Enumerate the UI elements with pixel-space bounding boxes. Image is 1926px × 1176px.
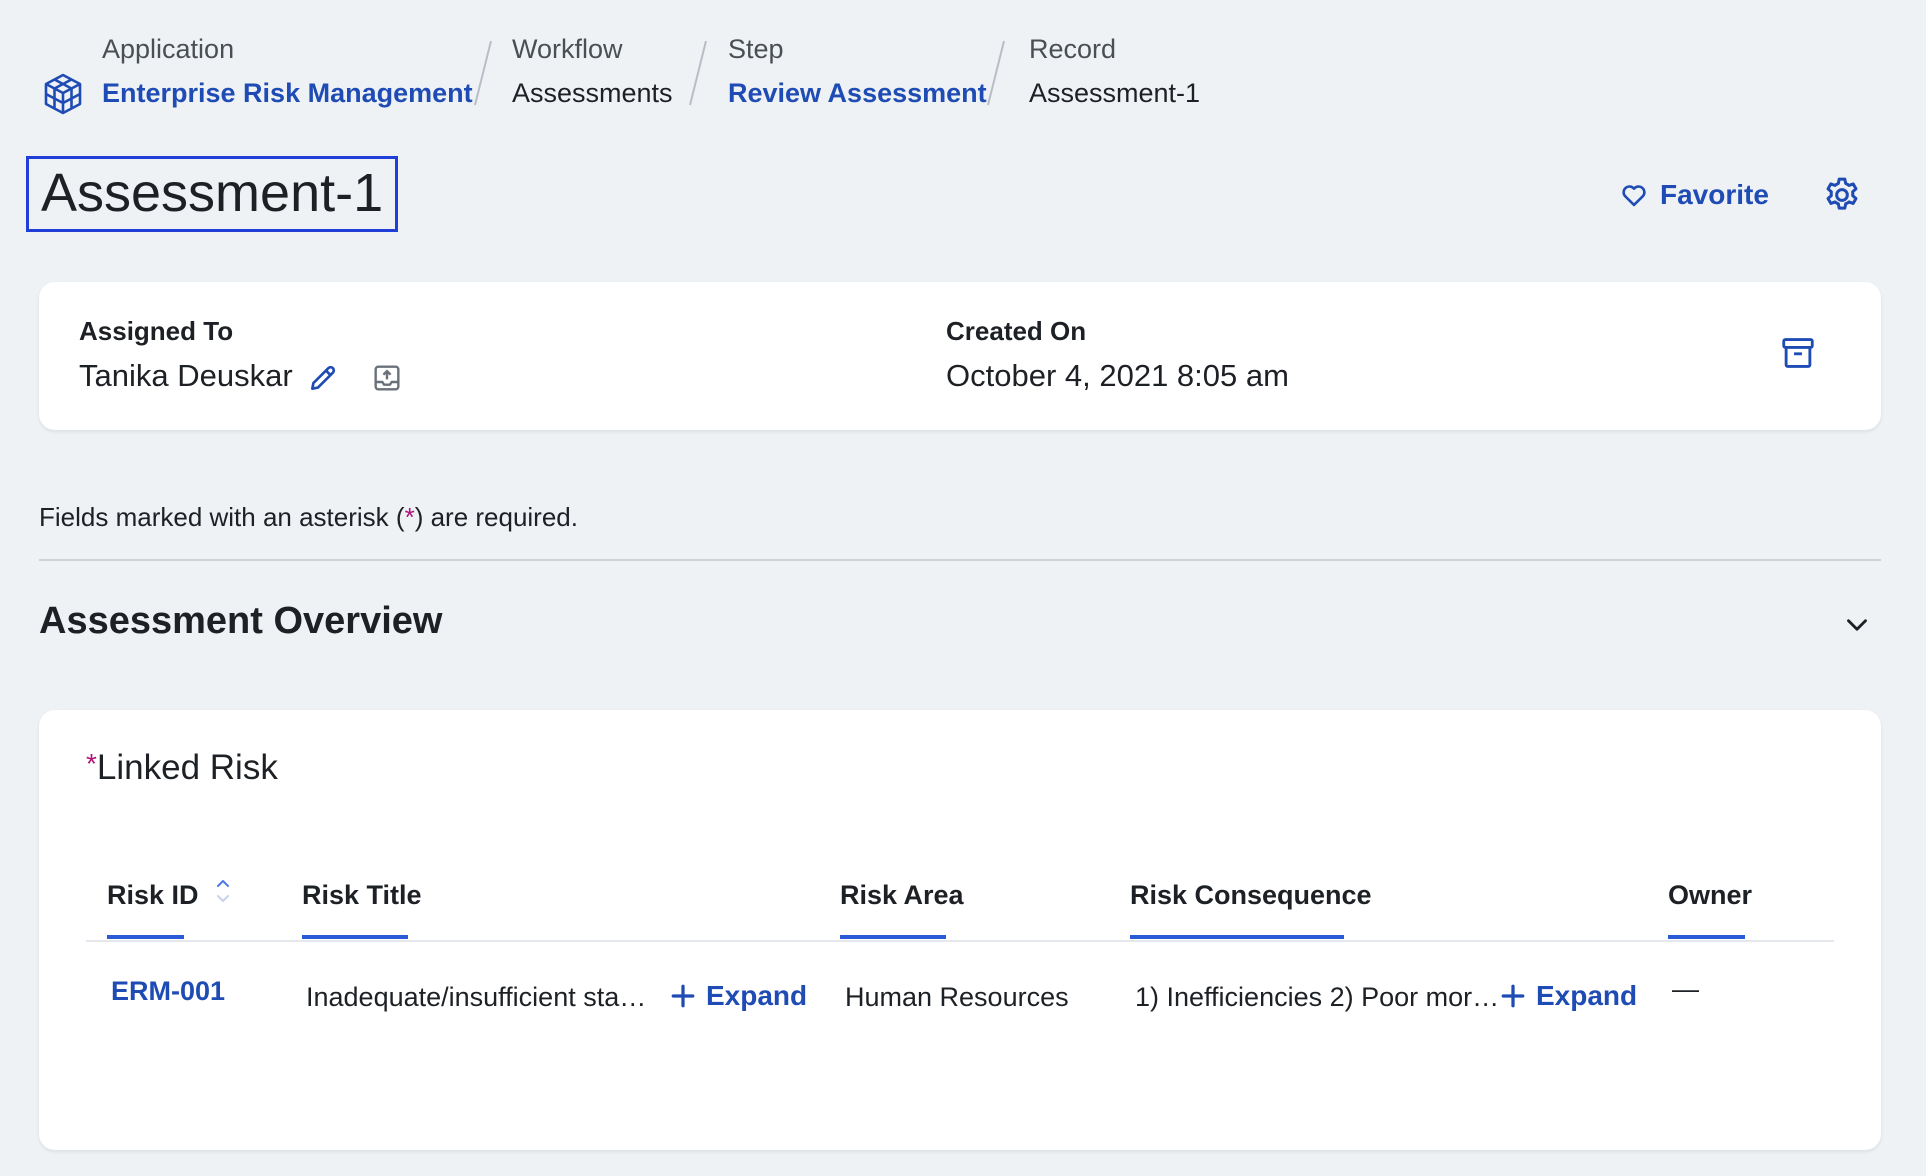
created-on-value: October 4, 2021 8:05 am xyxy=(946,358,1289,393)
settings-button[interactable] xyxy=(1822,175,1862,215)
plus-icon xyxy=(1500,983,1526,1009)
favorite-button[interactable]: Favorite xyxy=(1620,175,1769,215)
breadcrumb-separator xyxy=(987,40,1005,106)
assigned-to-label: Assigned To xyxy=(79,316,234,346)
table-header-divider xyxy=(86,940,1834,942)
risk-title-cell: Inadequate/insufficient sta… xyxy=(306,982,647,1012)
expand-label: Expand xyxy=(1536,980,1638,1011)
column-underline xyxy=(302,935,408,939)
breadcrumb-application-label: Application xyxy=(102,34,235,64)
breadcrumb-workflow-label: Workflow xyxy=(512,34,623,64)
breadcrumb-record-value: Assessment-1 xyxy=(1029,78,1201,108)
created-on-label: Created On xyxy=(946,316,1087,346)
section-collapse-button[interactable] xyxy=(1840,608,1874,642)
expand-risk-consequence-button[interactable]: Expand xyxy=(1500,980,1637,1012)
archive-button[interactable] xyxy=(1779,334,1817,372)
sort-icon[interactable] xyxy=(214,878,232,904)
linked-risk-card xyxy=(39,710,1881,1150)
column-header-risk-title[interactable]: Risk Title xyxy=(302,880,422,911)
chevron-down-icon xyxy=(1840,619,1874,646)
breadcrumb-workflow-value: Assessments xyxy=(512,78,673,108)
archive-icon xyxy=(1779,338,1817,376)
column-underline xyxy=(1668,935,1745,939)
risk-area-cell: Human Resources xyxy=(845,982,1069,1012)
expand-risk-title-button[interactable]: Expand xyxy=(670,980,807,1012)
gear-icon xyxy=(1822,177,1862,219)
column-underline xyxy=(107,935,184,939)
column-header-label: Risk ID xyxy=(107,880,199,910)
risk-id-link[interactable]: ERM-001 xyxy=(111,976,225,1007)
risk-consequence-cell: 1) Inefficiencies 2) Poor mor… xyxy=(1135,982,1500,1012)
expand-label: Expand xyxy=(706,980,808,1011)
column-header-owner[interactable]: Owner xyxy=(1668,880,1752,911)
breadcrumb-step-label: Step xyxy=(728,34,784,64)
breadcrumb: Application Enterprise Risk Management W… xyxy=(0,0,1926,130)
heart-icon xyxy=(1620,181,1648,209)
breadcrumb-application-link[interactable]: Enterprise Risk Management xyxy=(102,78,473,109)
breadcrumb-step-link[interactable]: Review Assessment xyxy=(728,78,987,109)
record-summary-card: Assigned To Tanika Deuskar Created On Oc… xyxy=(39,282,1881,430)
plus-icon xyxy=(670,983,696,1009)
owner-cell: — xyxy=(1672,974,1699,1004)
linked-risk-text: Linked Risk xyxy=(96,748,278,787)
required-fields-note: Fields marked with an asterisk (*) are r… xyxy=(39,502,578,533)
pencil-icon xyxy=(307,365,339,398)
column-underline xyxy=(1130,935,1344,939)
cube-icon xyxy=(42,72,84,116)
column-header-risk-consequence[interactable]: Risk Consequence xyxy=(1130,880,1372,911)
divider xyxy=(39,559,1881,561)
required-note-suffix: ) are required. xyxy=(414,502,578,532)
required-asterisk: * xyxy=(404,502,415,532)
breadcrumb-record-label: Record xyxy=(1029,34,1117,64)
section-title: Assessment Overview xyxy=(39,600,443,642)
favorite-label: Favorite xyxy=(1660,179,1769,210)
linked-risk-label: *Linked Risk xyxy=(86,748,278,788)
column-header-risk-id[interactable]: Risk ID xyxy=(107,880,199,911)
breadcrumb-separator xyxy=(689,40,707,106)
breadcrumb-separator xyxy=(474,40,492,106)
assigned-to-value: Tanika Deuskar xyxy=(79,358,293,393)
reassign-button[interactable] xyxy=(371,362,407,398)
required-asterisk: * xyxy=(86,748,97,779)
column-underline xyxy=(840,935,946,939)
page-title: Assessment-1 xyxy=(26,156,399,232)
column-header-risk-area[interactable]: Risk Area xyxy=(840,880,964,911)
upload-tray-icon xyxy=(371,365,403,398)
edit-assignee-button[interactable] xyxy=(307,362,343,398)
required-note-prefix: Fields marked with an asterisk ( xyxy=(39,502,405,532)
